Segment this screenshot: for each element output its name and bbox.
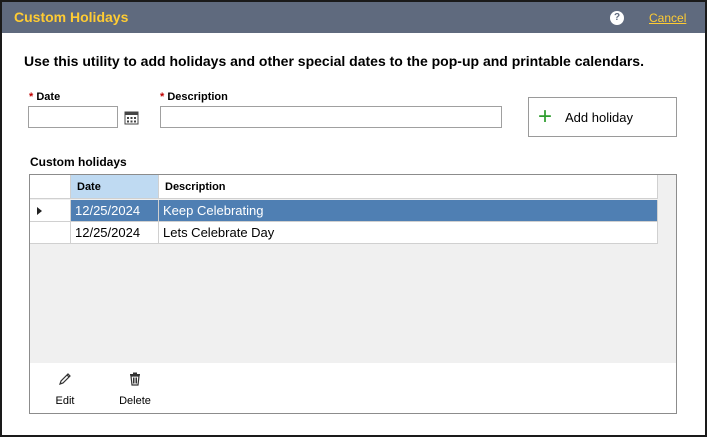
custom-holidays-label: Custom holidays [30, 155, 127, 169]
dialog-title: Custom Holidays [14, 9, 129, 25]
delete-button[interactable]: Delete [105, 363, 165, 413]
description-cell[interactable]: Lets Celebrate Day [159, 222, 658, 244]
current-row-arrow-icon [37, 207, 42, 215]
grid-toolbar: Edit Delete [30, 363, 676, 413]
table-row[interactable]: 12/25/2024 Lets Celebrate Day [30, 222, 658, 244]
required-marker: * [160, 91, 165, 103]
date-label-text: Date [36, 91, 61, 103]
date-input[interactable] [28, 106, 118, 128]
plus-icon: + [537, 103, 552, 130]
row-header-corner [30, 175, 71, 199]
date-label: * Date [29, 91, 60, 103]
column-header-date[interactable]: Date [71, 175, 159, 199]
description-input[interactable] [160, 106, 502, 128]
cancel-link[interactable]: Cancel [649, 11, 686, 25]
description-label-text: Description [167, 91, 228, 103]
required-marker: * [29, 91, 34, 103]
delete-label: Delete [119, 395, 151, 407]
instructions-text: Use this utility to add holidays and oth… [24, 53, 644, 69]
add-holiday-label: Add holiday [565, 110, 633, 125]
date-cell[interactable]: 12/25/2024 [71, 200, 159, 222]
holidays-grid: Date Description 12/25/2024 Keep Celebra… [29, 174, 677, 414]
row-selector[interactable] [30, 200, 71, 222]
description-label: * Description [160, 91, 228, 103]
title-bar: Custom Holidays ? Cancel [2, 2, 705, 33]
edit-button[interactable]: Edit [35, 363, 95, 413]
row-selector[interactable] [30, 222, 71, 244]
description-cell[interactable]: Keep Celebrating [159, 200, 658, 222]
trash-icon [130, 372, 140, 386]
calendar-icon[interactable] [124, 110, 139, 125]
edit-label: Edit [55, 395, 75, 407]
pencil-icon [59, 373, 71, 385]
table-row[interactable]: 12/25/2024 Keep Celebrating [30, 200, 658, 222]
column-header-description[interactable]: Description [159, 175, 658, 199]
date-cell[interactable]: 12/25/2024 [71, 222, 159, 244]
help-icon[interactable]: ? [610, 11, 624, 25]
add-holiday-button[interactable]: + Add holiday [528, 97, 677, 137]
custom-holidays-dialog: Custom Holidays ? Cancel Use this utilit… [0, 0, 707, 437]
